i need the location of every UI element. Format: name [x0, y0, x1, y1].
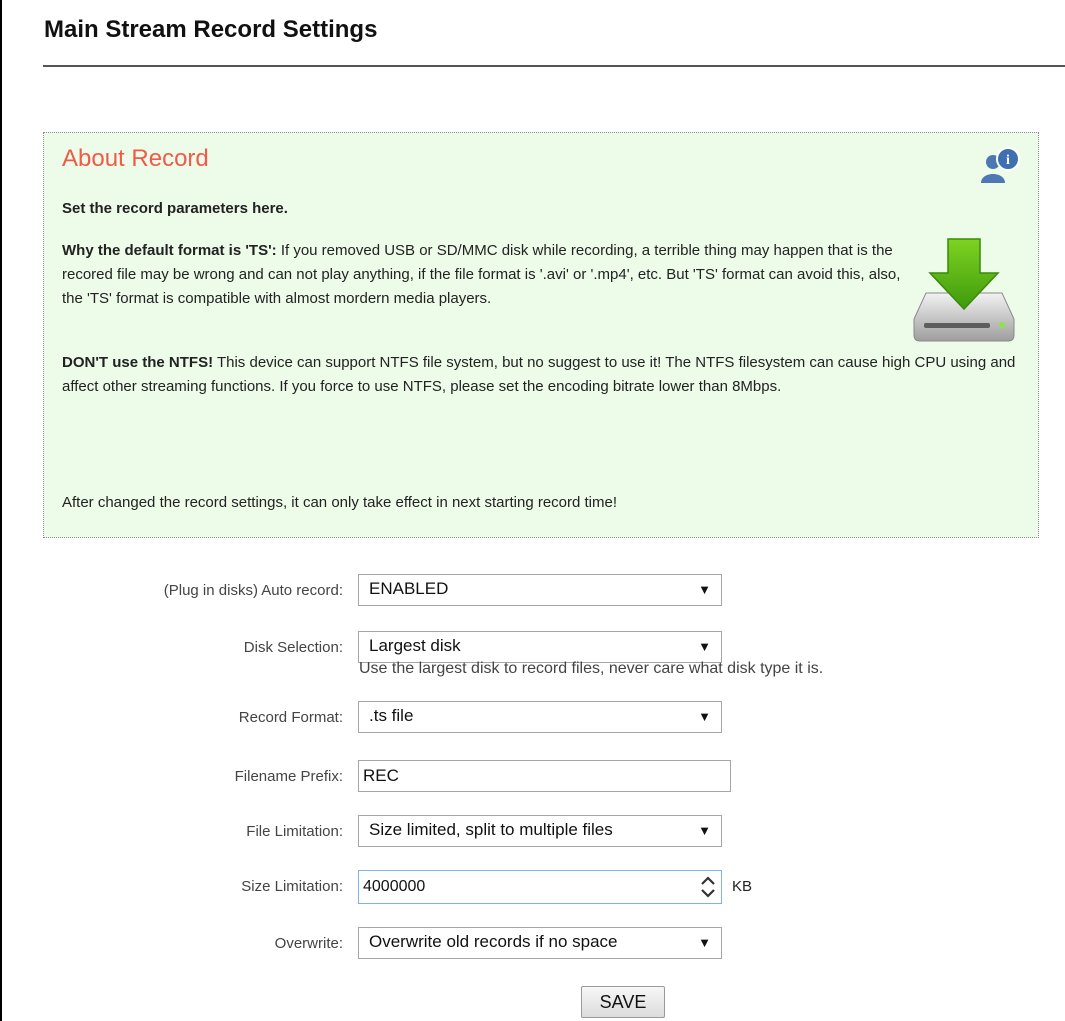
page-title: Main Stream Record Settings [44, 16, 378, 43]
auto-record-select[interactable]: ENABLED ▼ [358, 574, 722, 606]
overwrite-label: Overwrite: [274, 935, 343, 952]
disk-selection-row: Disk Selection: Largest disk ▼ Use the l… [0, 631, 1065, 677]
spinner-arrows-icon[interactable] [697, 872, 719, 902]
save-button[interactable]: SAVE [581, 986, 665, 1018]
filename-prefix-row: Filename Prefix: [0, 760, 1065, 794]
record-format-value: .ts file [369, 706, 414, 725]
about-record-title: About Record [62, 145, 209, 172]
ntfs-warning-paragraph: DON'T use the NTFS! This device can supp… [62, 351, 1022, 399]
about-record-subtitle: Set the record parameters here. [62, 200, 288, 217]
ts-format-paragraph: Why the default format is 'TS': If you r… [62, 239, 908, 311]
file-limitation-label: File Limitation: [246, 823, 343, 840]
record-format-select[interactable]: .ts file ▼ [358, 701, 722, 733]
user-info-icon[interactable]: i [981, 147, 1021, 183]
file-limitation-select[interactable]: Size limited, split to multiple files ▼ [358, 815, 722, 847]
size-unit-label: KB [732, 878, 753, 895]
auto-record-value: ENABLED [369, 579, 449, 598]
size-limitation-label: Size Limitation: [241, 878, 343, 895]
chevron-down-icon: ▼ [698, 935, 711, 950]
overwrite-row: Overwrite: Overwrite old records if no s… [0, 927, 1065, 961]
file-limitation-value: Size limited, split to multiple files [369, 820, 613, 839]
disk-selection-help: Use the largest disk to record files, ne… [359, 660, 824, 677]
disk-selection-label: Disk Selection: [243, 639, 343, 656]
auto-record-label: (Plug in disks) Auto record: [163, 582, 343, 599]
record-format-row: Record Format: .ts file ▼ [0, 701, 1065, 735]
size-limitation-input[interactable] [358, 870, 722, 904]
ntfs-warning-heading: DON'T use the NTFS! [62, 354, 214, 371]
title-divider [43, 65, 1065, 67]
window-left-border [0, 0, 2, 1021]
chevron-down-icon: ▼ [698, 582, 711, 597]
overwrite-select[interactable]: Overwrite old records if no space ▼ [358, 927, 722, 959]
settings-effect-note: After changed the record settings, it ca… [62, 494, 618, 511]
chevron-down-icon: ▼ [698, 823, 711, 838]
disk-selection-select[interactable]: Largest disk ▼ [358, 631, 722, 663]
overwrite-value: Overwrite old records if no space [369, 932, 618, 951]
record-format-label: Record Format: [238, 709, 343, 726]
svg-text:i: i [1006, 153, 1010, 168]
chevron-down-icon: ▼ [698, 709, 711, 724]
filename-prefix-input[interactable] [358, 760, 731, 792]
about-record-panel: About Record i Set the record parameters… [43, 132, 1039, 538]
disk-selection-value: Largest disk [369, 636, 461, 655]
auto-record-row: (Plug in disks) Auto record: ENABLED ▼ [0, 574, 1065, 608]
size-limitation-row: Size Limitation: KB [0, 870, 1065, 904]
ts-format-heading: Why the default format is 'TS': [62, 242, 277, 259]
file-limitation-row: File Limitation: Size limited, split to … [0, 815, 1065, 849]
chevron-down-icon: ▼ [698, 639, 711, 654]
download-drive-icon [913, 238, 1015, 342]
filename-prefix-label: Filename Prefix: [234, 768, 343, 785]
